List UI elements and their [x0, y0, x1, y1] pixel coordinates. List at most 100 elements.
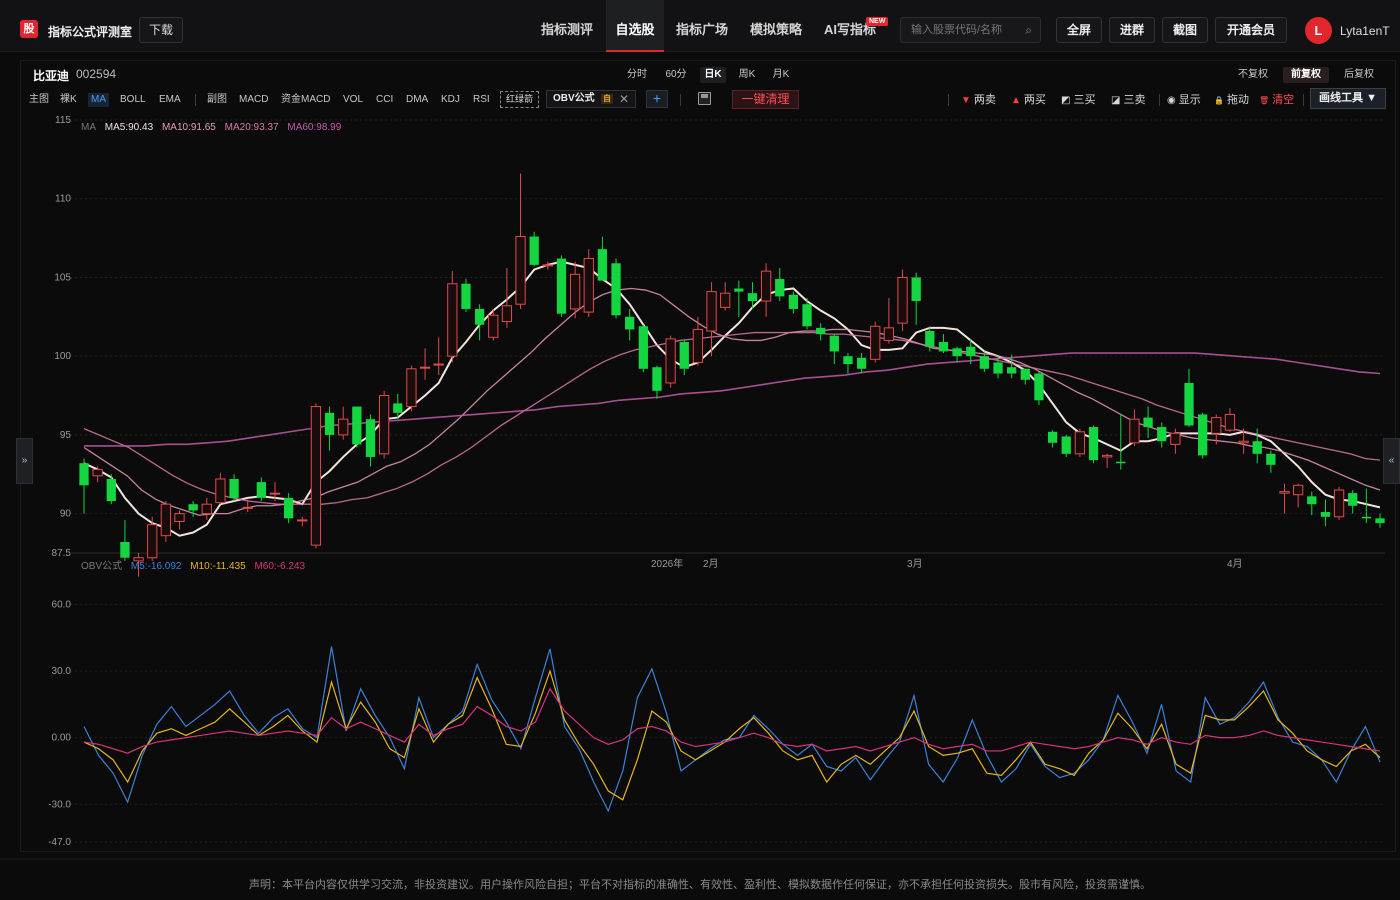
candle-body-up: [720, 292, 731, 308]
candle-body-down: [188, 504, 198, 511]
price-tick-label: 90: [60, 509, 72, 520]
price-tick-label: 105: [54, 272, 71, 283]
candle-body-down: [802, 304, 812, 327]
obv-tick-label: 0.00: [52, 733, 72, 744]
candle-body-down: [611, 263, 621, 316]
candle-body-down: [556, 258, 567, 314]
candle-body-up: [433, 363, 444, 366]
candle-body-down: [1007, 367, 1017, 374]
candle-body-up: [1224, 413, 1236, 431]
candle-body-up: [1170, 432, 1181, 445]
candle-body-up: [1333, 489, 1345, 518]
candle-body-up: [1293, 484, 1304, 496]
candle-body-up: [147, 524, 158, 559]
price-bottom-label: 87.5: [52, 548, 72, 559]
candle-body-down: [952, 348, 962, 357]
app-root: { "header": { "logo_text": "股", "brand":…: [0, 0, 1400, 900]
candle-body-up: [706, 291, 717, 332]
candle-body-up: [269, 492, 281, 495]
obv-m5-value: M5:-16.092: [130, 561, 182, 572]
candle-body-down: [229, 478, 239, 498]
obv-tick-label: 60.0: [52, 599, 72, 610]
obv-line-m60: [83, 687, 1381, 754]
price-tick-label: 115: [55, 115, 71, 126]
candle-body-up: [201, 503, 212, 515]
candle-body-down: [856, 357, 867, 369]
candle-body-down: [625, 316, 635, 330]
candle-body-down: [474, 308, 485, 325]
candle-body-down: [597, 249, 608, 281]
candle-body-down: [966, 346, 976, 357]
candle-body-down: [365, 419, 376, 457]
candle-body-down: [911, 277, 921, 302]
expand-left-icon[interactable]: »: [16, 438, 33, 484]
candle-body-up: [1074, 431, 1086, 455]
candle-body-down: [393, 403, 403, 413]
ma60-value: MA60:98.99: [287, 122, 342, 133]
candle-body-up: [419, 366, 431, 369]
candle-body-down: [1375, 518, 1385, 524]
candle-body-up: [883, 327, 895, 341]
candle-body-down: [747, 293, 758, 302]
candle-body-up: [1279, 491, 1290, 494]
candle-body-down: [925, 330, 935, 347]
obv-m60-value: M60:-6.243: [254, 561, 306, 572]
kline-chart[interactable]: 90 95 100 105 110 115 87.5 -47.0 -30.0 0.00 30.0 60…: [0, 0, 1400, 900]
candle-body-down: [1184, 382, 1194, 426]
obv-legend: OBV公式 M5:-16.092 M10:-11.435 M60:-6.243: [81, 557, 311, 572]
candle-body-up: [174, 513, 185, 523]
obv-legend-title: OBV公式: [81, 561, 123, 572]
candle-body-down: [1320, 512, 1331, 517]
candle-body-down: [324, 412, 335, 435]
candle-body-up: [297, 519, 308, 522]
candle-body-down: [1198, 414, 1208, 456]
candle-body-up: [406, 368, 417, 408]
candle-body-up: [378, 395, 390, 455]
candle-body-down: [775, 279, 785, 297]
candle-body-down: [829, 335, 839, 352]
candle-body-down: [256, 482, 266, 498]
candle-body-down: [1061, 436, 1071, 454]
candle-body-down: [734, 288, 744, 292]
candle-body-up: [501, 305, 513, 323]
month-label: 2026年: [651, 559, 684, 570]
candle-body-down: [1252, 441, 1262, 454]
candle-body-up: [1238, 440, 1249, 444]
candle-body-up: [488, 314, 499, 338]
candle-body-up: [665, 338, 676, 384]
candle-body-down: [79, 463, 89, 486]
candle-body-up: [338, 418, 349, 436]
candle-body-down: [1361, 516, 1371, 519]
candle-body-up: [897, 276, 908, 324]
candle-body-up: [583, 258, 594, 313]
disclaimer: 声明：本平台内容仅供学习交流，非投资建议。用户操作风险自担；平台不对指标的准确性…: [249, 879, 1151, 891]
candle-body-down: [816, 327, 826, 335]
candle-body-up: [515, 236, 526, 305]
obv-tick-label: 30.0: [52, 666, 72, 677]
candle-body-down: [120, 541, 130, 558]
candle-body-up: [1211, 417, 1222, 434]
candle-body-down: [938, 342, 949, 352]
price-tick-label: 100: [54, 351, 71, 362]
expand-right-icon[interactable]: «: [1383, 438, 1400, 484]
candle-body-down: [638, 326, 648, 369]
candle-body-down: [1088, 427, 1099, 461]
candle-body-up: [569, 273, 581, 310]
price-tick-label: 110: [55, 194, 71, 205]
candle-body-up: [692, 328, 704, 363]
candle-body-up: [160, 503, 171, 537]
candle-body-up: [1102, 454, 1113, 458]
candle-body-up: [215, 478, 226, 504]
month-label: 3月: [907, 559, 923, 570]
candle-body-up: [1129, 418, 1140, 444]
price-tick-label: 95: [60, 430, 72, 441]
candle-body-down: [1116, 461, 1126, 464]
candle-body-down: [352, 406, 362, 445]
candle-body-down: [529, 236, 539, 265]
ma5-value: MA5:90.43: [104, 122, 154, 133]
obv-m10-value: M10:-11.435: [190, 561, 246, 572]
candle-body-down: [1348, 493, 1358, 506]
candle-body-down: [979, 356, 990, 369]
candle-body-down: [843, 356, 853, 365]
candle-body-down: [1020, 368, 1030, 380]
